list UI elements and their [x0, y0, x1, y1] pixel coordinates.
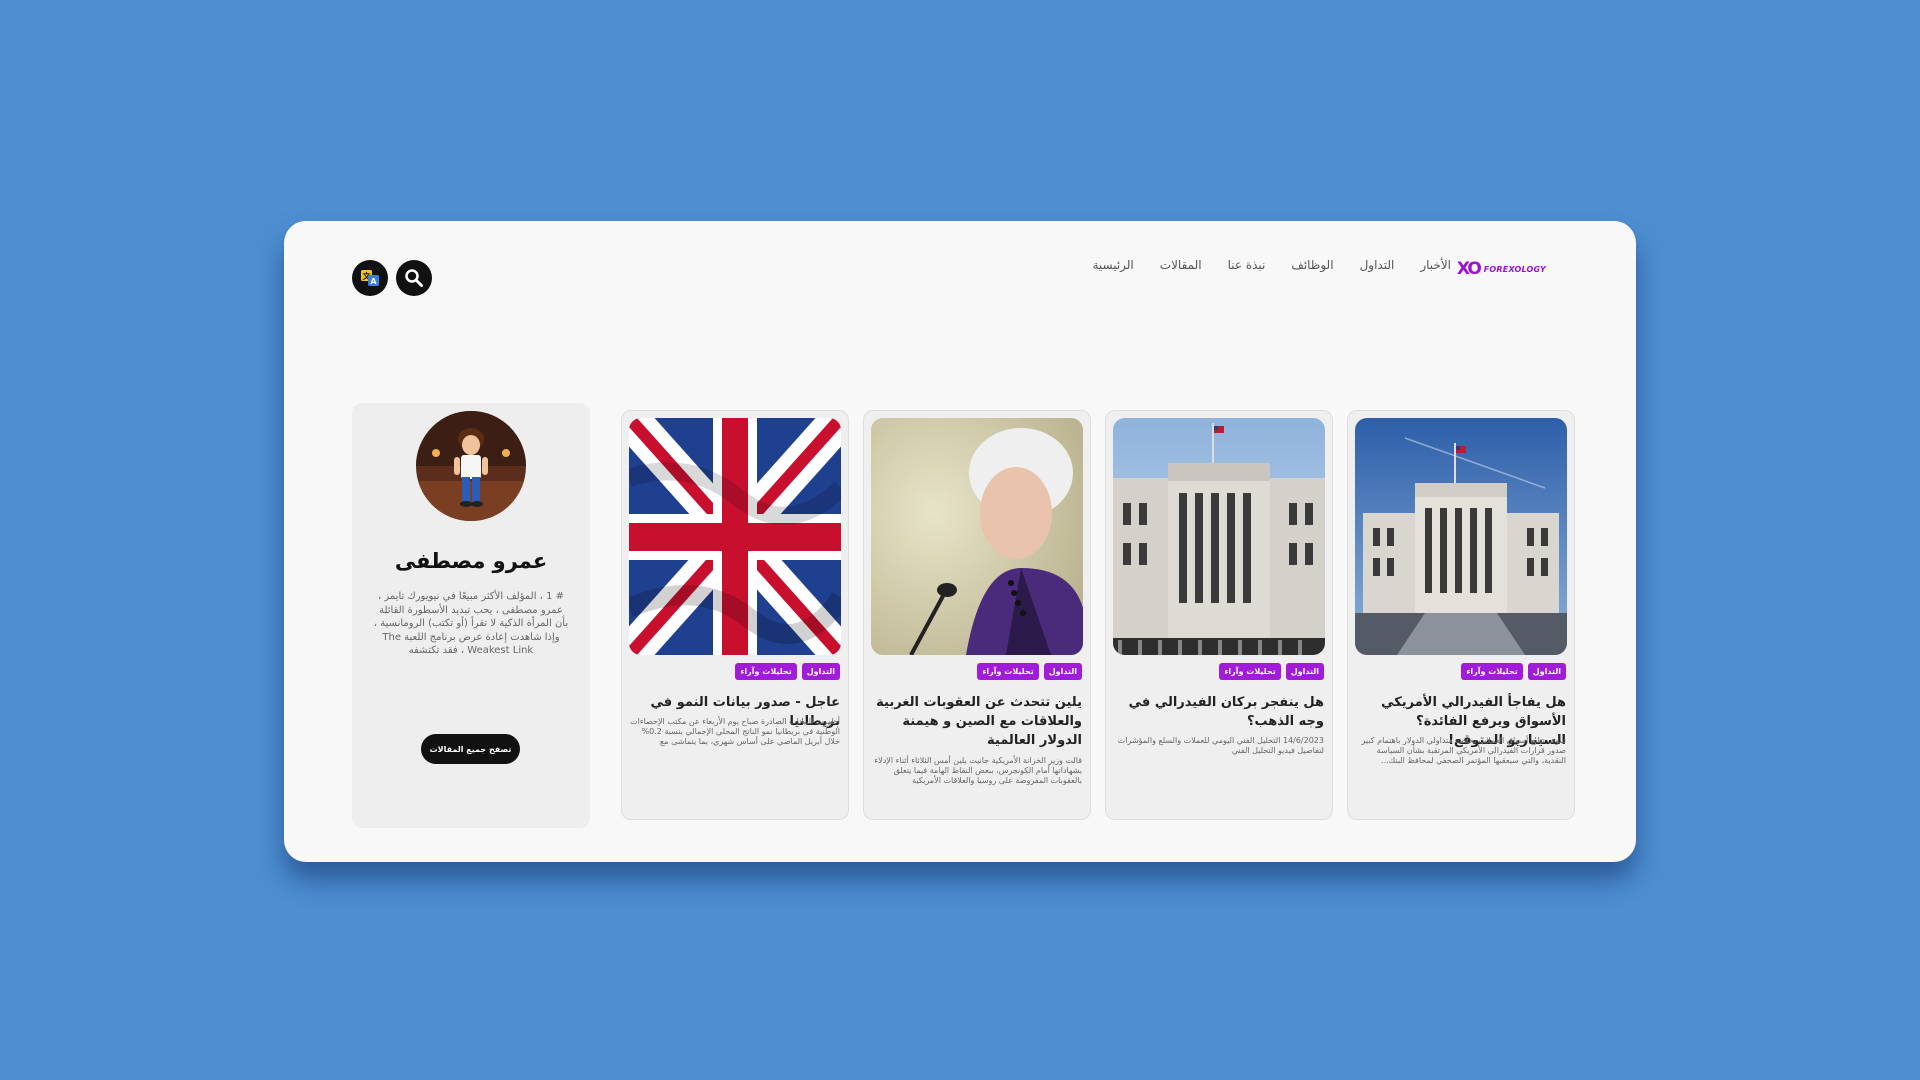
article-card[interactable]: تحليلات وآراء التداول عاجل - صدور بيانات… — [621, 410, 849, 820]
tag-trading[interactable]: التداول — [1285, 663, 1324, 680]
tag-analysis[interactable]: تحليلات وآراء — [977, 663, 1039, 680]
tag-analysis[interactable]: تحليلات وآراء — [1461, 663, 1523, 680]
nav-item-articles[interactable]: المقالات — [1160, 258, 1202, 272]
author-avatar — [416, 411, 526, 521]
article-tags: تحليلات وآراء التداول — [1219, 663, 1324, 680]
article-excerpt: قالت وزير الخزانة الأمريكية جانيت يلين أ… — [874, 756, 1082, 785]
logo-text: FOREXOLOGY — [1483, 264, 1546, 274]
author-name: عمرو مصطفى — [394, 549, 548, 573]
article-excerpt: 14/6/2023 التحليل الفني اليومي للعملات و… — [1117, 736, 1324, 755]
logo-mark: XO — [1456, 259, 1482, 279]
site-logo[interactable]: XO FOREXOLOGY — [1457, 259, 1546, 279]
tag-trading[interactable]: التداول — [801, 663, 840, 680]
article-image[interactable] — [1113, 418, 1325, 655]
federal-reserve-photo — [1113, 418, 1325, 655]
union-jack-flag-photo — [629, 418, 841, 655]
translate-icon: 文 A — [361, 270, 379, 286]
nav-item-home[interactable]: الرئيسية — [1092, 258, 1133, 272]
janet-yellen-photo — [871, 418, 1083, 655]
federal-reserve-photo — [1355, 418, 1567, 655]
article-image[interactable] — [629, 418, 841, 655]
article-image[interactable] — [871, 418, 1083, 655]
nav-item-about[interactable]: نبذة عنا — [1228, 258, 1266, 272]
article-card[interactable]: تحليلات وآراء التداول هل ينفجر بركان الف… — [1105, 410, 1333, 820]
top-navigation: XO FOREXOLOGY الرئيسية المقالات نبذة عنا… — [284, 243, 1636, 296]
article-image[interactable] — [1355, 418, 1567, 655]
nav-item-jobs[interactable]: الوظائف — [1291, 258, 1333, 272]
tag-trading[interactable]: التداول — [1527, 663, 1566, 680]
tag-analysis[interactable]: تحليلات وآراء — [735, 663, 797, 680]
article-tags: تحليلات وآراء التداول — [735, 663, 840, 680]
nav-item-trading[interactable]: التداول — [1360, 258, 1395, 272]
article-excerpt: سوف تتابع أسواق العملات بخاصة متداولي ال… — [1361, 736, 1566, 765]
article-tags: تحليلات وآراء التداول — [1461, 663, 1566, 680]
main-menu: الرئيسية المقالات نبذة عنا الوظائف التدا… — [1066, 258, 1451, 272]
article-card[interactable]: تحليلات وآراء التداول يلين تتحدث عن العق… — [863, 410, 1091, 820]
browser-window: XO FOREXOLOGY الرئيسية المقالات نبذة عنا… — [284, 221, 1636, 862]
author-panel: عمرو مصطفى # 1 ، المؤلف الأكثر مبيعًا في… — [352, 403, 590, 828]
search-button[interactable] — [396, 260, 432, 296]
nav-icons: 文 A — [352, 260, 432, 296]
nav-item-news[interactable]: الأخبار — [1420, 258, 1451, 272]
article-tags: تحليلات وآراء التداول — [977, 663, 1082, 680]
author-bio: # 1 ، المؤلف الأكثر مبيعًا في نيويورك تا… — [373, 591, 569, 656]
article-title[interactable]: يلين تتحدث عن العقوبات الغربية والعلاقات… — [872, 693, 1082, 750]
svg-text:A: A — [370, 277, 377, 286]
tag-trading[interactable]: التداول — [1043, 663, 1082, 680]
browse-all-articles-button[interactable]: تصفح جميع المقالات — [421, 734, 520, 764]
article-excerpt: أظهرت البيانات الصادرة صباح يوم الأربعاء… — [630, 717, 840, 746]
article-card[interactable]: تحليلات وآراء التداول هل يفاجأ الفيدرالي… — [1347, 410, 1575, 820]
cartoon-avatar — [416, 411, 526, 521]
article-title[interactable]: هل ينفجر بركان الفيدرالي في وجه الذهب؟ — [1114, 693, 1324, 731]
language-button[interactable]: 文 A — [352, 260, 388, 296]
search-icon — [405, 269, 423, 287]
tag-analysis[interactable]: تحليلات وآراء — [1219, 663, 1281, 680]
